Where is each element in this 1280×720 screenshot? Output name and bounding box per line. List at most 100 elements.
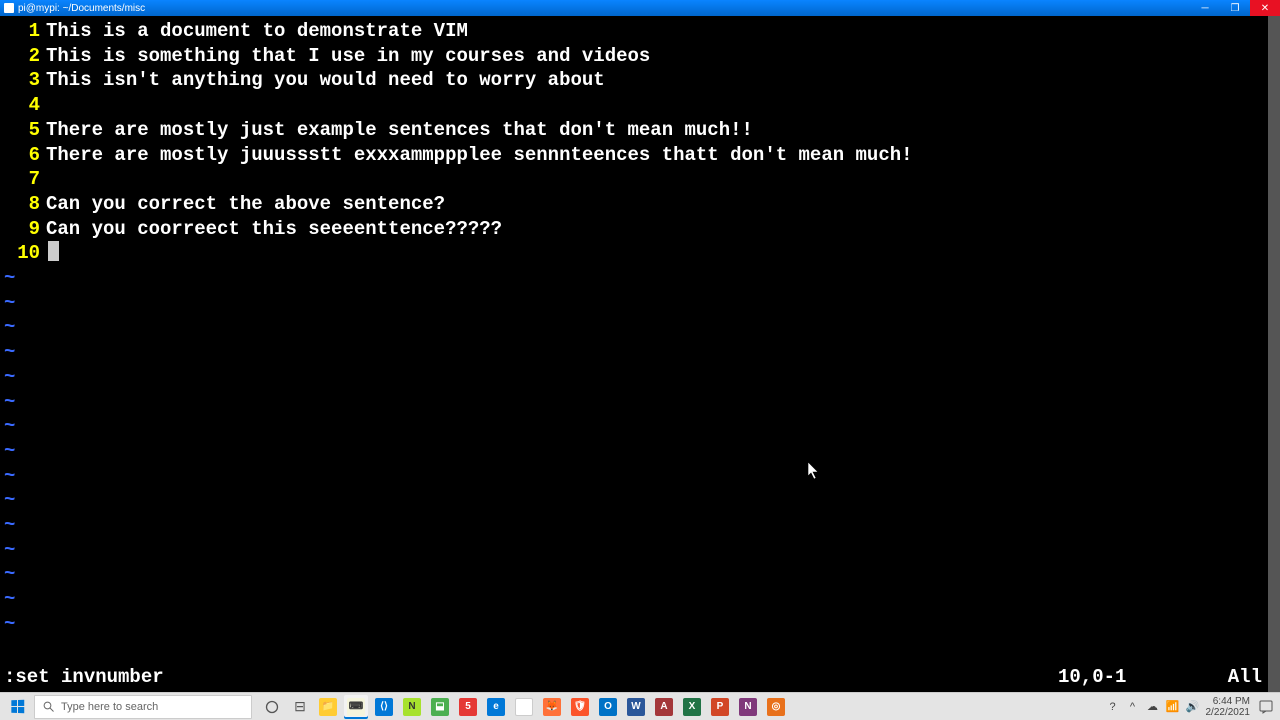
scrollbar-thumb[interactable] bbox=[1268, 16, 1280, 692]
edge-icon: e bbox=[487, 698, 505, 716]
putty-icon: ⌨ bbox=[347, 698, 365, 716]
start-button[interactable] bbox=[0, 693, 34, 720]
empty-line-tilde: ~ bbox=[0, 612, 1280, 637]
empty-line-tilde: ~ bbox=[0, 266, 1280, 291]
editor-line[interactable]: 1This is a document to demonstrate VIM bbox=[0, 19, 1280, 44]
empty-line-tilde: ~ bbox=[0, 488, 1280, 513]
outlook-icon: O bbox=[599, 698, 617, 716]
cortana-icon: ⊟ bbox=[294, 698, 306, 715]
taskbar-search[interactable]: Type here to search bbox=[34, 695, 252, 719]
edge-button[interactable]: e bbox=[484, 695, 508, 719]
chrome-button[interactable]: ◉ bbox=[512, 695, 536, 719]
notepadpp-button[interactable]: N bbox=[400, 695, 424, 719]
notification-icon bbox=[1259, 700, 1273, 714]
file-explorer-button[interactable]: 📁 bbox=[316, 695, 340, 719]
tray-help-icon[interactable]: ? bbox=[1106, 700, 1120, 714]
editor-line[interactable]: 9Can you coorreect this seeeenttence????… bbox=[0, 217, 1280, 242]
line-number: 7 bbox=[0, 167, 46, 192]
line-number: 6 bbox=[0, 143, 46, 168]
taskbar-clock[interactable]: 6:44 PM 2/22/2021 bbox=[1206, 696, 1251, 718]
empty-line-tilde: ~ bbox=[0, 513, 1280, 538]
vscode-icon: ⟨⟩ bbox=[375, 698, 393, 716]
vim-command: :set invnumber bbox=[4, 665, 1058, 690]
empty-line-tilde: ~ bbox=[0, 562, 1280, 587]
excel-button[interactable]: X bbox=[680, 695, 704, 719]
clock-time: 6:44 PM bbox=[1206, 696, 1251, 707]
empty-line-tilde: ~ bbox=[0, 390, 1280, 415]
taskbar[interactable]: Type here to search ⊟ 📁 ⌨ ⟨⟩ N ⬓ 5 e ◉ 🦊… bbox=[0, 692, 1280, 720]
editor-line[interactable]: 4 bbox=[0, 93, 1280, 118]
outlook-button[interactable]: O bbox=[596, 695, 620, 719]
empty-line-tilde: ~ bbox=[0, 414, 1280, 439]
access-icon: A bbox=[655, 698, 673, 716]
editor-line[interactable]: 6There are mostly juuussstt exxxammppple… bbox=[0, 143, 1280, 168]
empty-line-tilde: ~ bbox=[0, 538, 1280, 563]
editor-line[interactable]: 10 bbox=[0, 241, 1280, 266]
maximize-button[interactable]: ❐ bbox=[1220, 0, 1250, 16]
vscode-button[interactable]: ⟨⟩ bbox=[372, 695, 396, 719]
line-text: This isn't anything you would need to wo… bbox=[46, 68, 605, 93]
text-cursor bbox=[48, 241, 59, 261]
empty-line-tilde: ~ bbox=[0, 464, 1280, 489]
tray-onedrive-icon[interactable]: ☁ bbox=[1146, 700, 1160, 714]
app-button-2[interactable]: 5 bbox=[456, 695, 480, 719]
editor-line[interactable]: 3This isn't anything you would need to w… bbox=[0, 68, 1280, 93]
word-button[interactable]: W bbox=[624, 695, 648, 719]
camtasia-button[interactable]: ◎ bbox=[764, 695, 788, 719]
brave-button[interactable]: 🛡 bbox=[568, 695, 592, 719]
windows-logo-icon bbox=[11, 700, 24, 714]
empty-line-tilde: ~ bbox=[0, 340, 1280, 365]
vim-percent: All bbox=[1218, 665, 1268, 690]
word-icon: W bbox=[627, 698, 645, 716]
vim-position: 10,0-1 bbox=[1058, 665, 1218, 690]
editor-line[interactable]: 8Can you correct the above sentence? bbox=[0, 192, 1280, 217]
line-number: 1 bbox=[0, 19, 46, 44]
tray-chevron-icon[interactable]: ^ bbox=[1126, 700, 1140, 714]
firefox-button[interactable]: 🦊 bbox=[540, 695, 564, 719]
powerpoint-icon: P bbox=[711, 698, 729, 716]
window-titlebar[interactable]: pi@mypi: ~/Documents/misc ─ ❐ ✕ bbox=[0, 0, 1280, 16]
close-button[interactable]: ✕ bbox=[1250, 0, 1280, 16]
app-button-1[interactable]: ⬓ bbox=[428, 695, 452, 719]
excel-icon: X bbox=[683, 698, 701, 716]
editor-line[interactable]: 7 bbox=[0, 167, 1280, 192]
minimize-button[interactable]: ─ bbox=[1190, 0, 1220, 16]
line-number: 8 bbox=[0, 192, 46, 217]
empty-line-tilde: ~ bbox=[0, 291, 1280, 316]
editor-line[interactable]: 2This is something that I use in my cour… bbox=[0, 44, 1280, 69]
empty-line-tilde: ~ bbox=[0, 587, 1280, 612]
brave-icon: 🛡 bbox=[571, 698, 589, 716]
notification-button[interactable] bbox=[1256, 697, 1276, 717]
empty-line-tilde: ~ bbox=[0, 315, 1280, 340]
line-number: 4 bbox=[0, 93, 46, 118]
window-title: pi@mypi: ~/Documents/misc bbox=[18, 3, 145, 14]
camtasia-icon: ◎ bbox=[767, 698, 785, 716]
line-text: Can you coorreect this seeeenttence????? bbox=[46, 217, 502, 242]
notepadpp-icon: N bbox=[403, 698, 421, 716]
onenote-button[interactable]: N bbox=[736, 695, 760, 719]
task-view-button[interactable] bbox=[260, 695, 284, 719]
cortana-button[interactable]: ⊟ bbox=[288, 695, 312, 719]
task-view-icon bbox=[265, 700, 279, 714]
line-number: 9 bbox=[0, 217, 46, 242]
powerpoint-button[interactable]: P bbox=[708, 695, 732, 719]
line-text: This is a document to demonstrate VIM bbox=[46, 19, 468, 44]
editor-line[interactable]: 5There are mostly just example sentences… bbox=[0, 118, 1280, 143]
tray-network-icon[interactable]: 📶 bbox=[1166, 700, 1180, 714]
line-text: This is something that I use in my cours… bbox=[46, 44, 650, 69]
clock-date: 2/22/2021 bbox=[1206, 707, 1251, 718]
empty-line-tilde: ~ bbox=[0, 439, 1280, 464]
firefox-icon: 🦊 bbox=[543, 698, 561, 716]
onenote-icon: N bbox=[739, 698, 757, 716]
access-button[interactable]: A bbox=[652, 695, 676, 719]
folder-icon: 📁 bbox=[319, 698, 337, 716]
tray-volume-icon[interactable]: 🔊 bbox=[1186, 700, 1200, 714]
line-number: 5 bbox=[0, 118, 46, 143]
line-number: 10 bbox=[0, 241, 46, 266]
putty-taskbar-button[interactable]: ⌨ bbox=[344, 695, 368, 719]
terminal[interactable]: 1This is a document to demonstrate VIM2T… bbox=[0, 16, 1280, 692]
line-text: There are mostly just example sentences … bbox=[46, 118, 753, 143]
terminal-scrollbar[interactable] bbox=[1268, 16, 1280, 692]
search-icon bbox=[43, 701, 55, 713]
line-text: There are mostly juuussstt exxxammppplee… bbox=[46, 143, 913, 168]
